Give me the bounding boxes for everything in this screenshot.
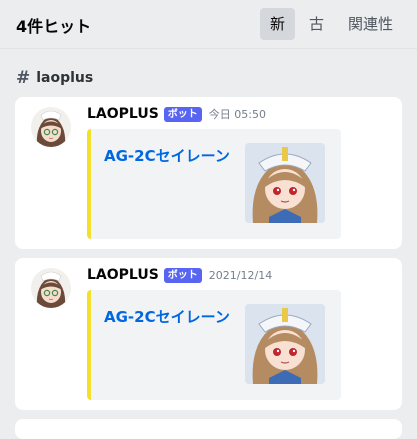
bot-tag: ボット (163, 106, 202, 122)
search-results-header: 4件ヒット 新 古 関連性 (0, 0, 417, 49)
message-header: LAOPLUS ボット 今日 05:50 (87, 106, 266, 122)
sort-tab-oldest[interactable]: 古 (299, 8, 334, 40)
result-count: 4件ヒット (16, 17, 92, 36)
embed-title-link[interactable]: AG-2Cセイレーン (104, 145, 230, 166)
sort-tab-newest[interactable]: 新 (259, 8, 295, 40)
hash-icon: # (16, 68, 31, 88)
embed-thumbnail[interactable] (245, 143, 325, 223)
timestamp: 2021/12/14 (208, 268, 273, 282)
search-result[interactable]: LAOPLUS ボット 2021/12/14 AG-2Cセイレーン (15, 258, 402, 410)
search-result[interactable]: LAOPLUS ボット 今日 05:50 AG-2Cセイレーン (15, 97, 402, 249)
bot-avatar[interactable] (31, 107, 71, 147)
channel-name: laoplus (36, 70, 94, 86)
sort-tabs: 新 古 関連性 (259, 8, 403, 40)
search-result[interactable] (15, 419, 402, 439)
embed-thumbnail[interactable] (245, 304, 325, 384)
bot-tag: ボット (163, 267, 202, 283)
sort-tab-relevance[interactable]: 関連性 (338, 8, 403, 40)
message-header: LAOPLUS ボット 2021/12/14 (87, 267, 272, 283)
embed-title-link[interactable]: AG-2Cセイレーン (104, 306, 230, 327)
author-name[interactable]: LAOPLUS (87, 267, 159, 283)
bot-avatar[interactable] (31, 268, 71, 308)
channel-label[interactable]: # laoplus (16, 68, 93, 88)
embed: AG-2Cセイレーン (87, 129, 341, 239)
embed: AG-2Cセイレーン (87, 290, 341, 400)
author-name[interactable]: LAOPLUS (87, 106, 159, 122)
timestamp: 今日 05:50 (208, 108, 266, 121)
